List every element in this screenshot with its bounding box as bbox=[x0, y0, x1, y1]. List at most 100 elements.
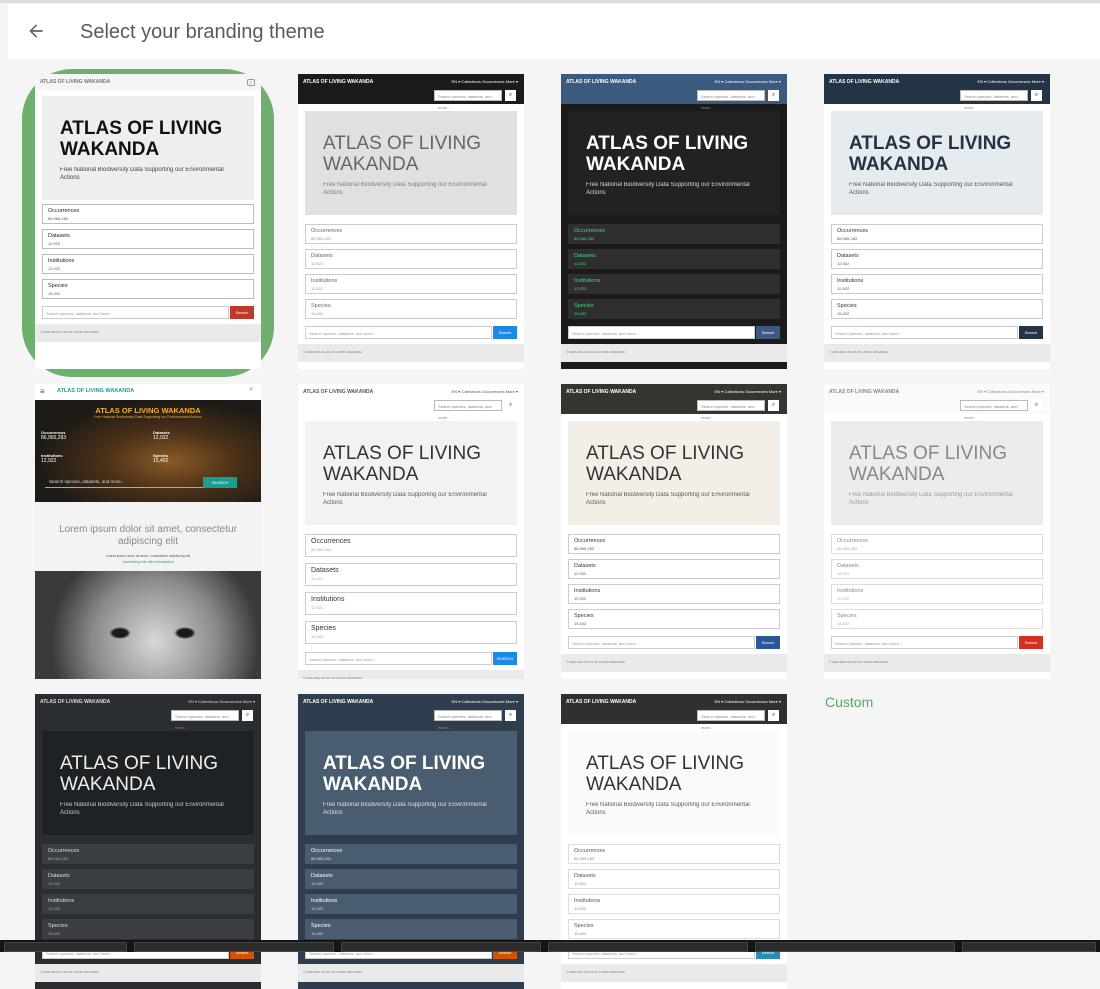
search-icon[interactable]: ⌕ bbox=[242, 710, 253, 721]
top-border bbox=[0, 0, 1100, 3]
hero-subtitle: Free National Biodiversity Data Supporti… bbox=[60, 802, 224, 816]
menu-icon[interactable]: ≡ bbox=[246, 79, 255, 86]
theme-card[interactable]: ATLAS OF LIVING WAKANDA EN ▾ Collections… bbox=[561, 384, 787, 679]
hero-subtitle: Free National Biodiversity Data Supporti… bbox=[323, 182, 487, 196]
theme-navbar: ATLAS OF LIVING WAKANDA EN ▾ Collections… bbox=[298, 384, 524, 420]
hero-title: ATLAS OF LIVING WAKANDA bbox=[60, 753, 219, 795]
theme-nav: EN ▾ Collections Occurrences More ▾ bbox=[977, 79, 1044, 84]
stat-card: Occurrences 86,965,283 bbox=[568, 224, 780, 244]
theme-card[interactable]: ATLAS OF LIVING WAKANDA EN ▾ Collections… bbox=[824, 384, 1050, 679]
hero-subtitle: Free National Biodiversity Data Supporti… bbox=[323, 802, 487, 816]
search-icon: ⌕ bbox=[249, 386, 253, 393]
hero-subtitle: Free National Biodiversity Data Supporti… bbox=[586, 182, 750, 196]
theme-navbar: ATLAS OF LIVING WAKANDA EN ▾ Collections… bbox=[561, 694, 787, 730]
theme-nav: EN ▾ Collections Occurrences More ▾ bbox=[451, 79, 518, 84]
theme-nav: EN ▾ Collections Occurrences More ▾ bbox=[714, 79, 781, 84]
hero-subtitle: Free National Biodiversity Data Supporti… bbox=[586, 492, 750, 506]
search-input[interactable]: Search species, datasets, and more... bbox=[568, 636, 755, 649]
hero-title: ATLAS OF LIVING WAKANDA bbox=[586, 753, 745, 795]
taskbar-item[interactable] bbox=[548, 942, 748, 952]
lorem-subtitle: Lorem ipsum dolor sit amet, consectetur … bbox=[105, 554, 191, 558]
nav-search-input[interactable]: Search species, datasets, and more... bbox=[171, 710, 239, 730]
stat-card: Species 15,402 bbox=[42, 919, 254, 939]
theme-navbar: ATLAS OF LIVING WAKANDA EN ▾ Collections… bbox=[298, 74, 524, 110]
nav-search-input[interactable]: Search species, datasets, and more... bbox=[434, 710, 502, 730]
theme-navbar: ATLAS OF LIVING WAKANDA EN ▾ Collections… bbox=[824, 74, 1050, 110]
lorem-link[interactable]: Just testing this with virtualization bbox=[35, 560, 261, 564]
theme-nav: EN ▾ Collections Occurrences More ▾ bbox=[714, 389, 781, 394]
search-button[interactable]: Search bbox=[493, 326, 517, 339]
theme-navbar: ATLAS OF LIVING WAKANDA EN ▾ Collections… bbox=[35, 694, 261, 730]
search-icon[interactable]: ⌕ bbox=[768, 90, 779, 101]
theme-brand: ATLAS OF LIVING WAKANDA bbox=[303, 699, 374, 705]
search-button[interactable]: SEARCH bbox=[203, 477, 237, 488]
search-icon[interactable]: ⌕ bbox=[1031, 400, 1042, 411]
search-icon[interactable]: ⌕ bbox=[505, 400, 516, 411]
theme-nav: EN ▾ Collections Occurrences More ▾ bbox=[451, 389, 518, 394]
search-icon[interactable]: ⌕ bbox=[505, 90, 516, 101]
stat-card: Institutions 12,922 bbox=[42, 894, 254, 914]
stat-card: Institutions 12,922 bbox=[42, 254, 254, 274]
theme-card[interactable]: ≡ ATLAS OF LIVING WAKANDA ⌕ ATLAS OF LIV… bbox=[35, 384, 261, 679]
search-icon[interactable]: ⌕ bbox=[1031, 90, 1042, 101]
theme-brand: ATLAS OF LIVING WAKANDA bbox=[303, 79, 374, 85]
nav-search-input[interactable]: Search species, datasets, and more... bbox=[434, 400, 502, 420]
search-button[interactable]: Search bbox=[756, 636, 780, 649]
theme-navbar: ATLAS OF LIVING WAKANDA EN ▾ Collections… bbox=[298, 694, 524, 730]
taskbar-item[interactable] bbox=[755, 942, 955, 952]
nav-search-input[interactable]: Search species, datasets, and more... bbox=[697, 90, 765, 110]
search-button[interactable]: Search bbox=[1019, 326, 1043, 339]
theme-footer: © 2020-2021 ATLAS OF LIVING WAKANDA bbox=[35, 964, 261, 982]
theme-card[interactable]: ATLAS OF LIVING WAKANDA EN ▾ Collections… bbox=[298, 384, 524, 679]
search-button[interactable]: SEARCH bbox=[493, 652, 517, 665]
taskbar-item[interactable] bbox=[134, 942, 334, 952]
theme-card[interactable]: ATLAS OF LIVING WAKANDA EN ▾ Collections… bbox=[824, 74, 1050, 369]
stat-card: Species 15,402 bbox=[305, 919, 517, 939]
theme-brand: ATLAS OF LIVING WAKANDA bbox=[57, 388, 135, 394]
search-button[interactable]: Search bbox=[1019, 636, 1043, 649]
stat-card: Occurrences 86,965,283 bbox=[568, 844, 780, 864]
taskbar-item[interactable] bbox=[4, 942, 127, 952]
nav-search-input[interactable]: Search species, datasets, and more... bbox=[960, 90, 1028, 110]
page-title: Select your branding theme bbox=[80, 21, 325, 43]
search-icon[interactable]: ⌕ bbox=[768, 400, 779, 411]
theme-hero: ATLAS OF LIVING WAKANDA Free National Bi… bbox=[305, 111, 517, 215]
lorem-title: Lorem ipsum dolor sit amet, consectetur … bbox=[59, 524, 237, 547]
search-input[interactable]: Search species, datasets, and more... bbox=[305, 652, 492, 665]
theme-navbar: ATLAS OF LIVING WAKANDA EN ▾ Collections… bbox=[824, 384, 1050, 420]
search-icon[interactable]: ⌕ bbox=[768, 710, 779, 721]
search-input[interactable]: Search species, datasets, and more... bbox=[831, 636, 1018, 649]
search-button[interactable]: Search bbox=[230, 306, 254, 319]
stat-card: Datasets 12,922 bbox=[42, 869, 254, 889]
stat-block: Occurrences 86,965,283 bbox=[41, 430, 67, 441]
search-input[interactable]: Search species, datasets, and more... bbox=[831, 326, 1018, 339]
hero-title: ATLAS OF LIVING WAKANDA bbox=[323, 443, 482, 485]
nav-search-input[interactable]: Search species, datasets, and more... bbox=[960, 400, 1028, 420]
theme-brand: ATLAS OF LIVING WAKANDA bbox=[303, 389, 374, 395]
theme-card[interactable]: ATLAS OF LIVING WAKANDA ≡ ATLAS OF LIVIN… bbox=[35, 74, 261, 369]
stat-card: Datasets 12,922 bbox=[305, 249, 517, 269]
search-input[interactable]: Search species, datasets, and more... bbox=[42, 306, 229, 319]
stat-card: Institutions 12,922 bbox=[305, 274, 517, 294]
search-input[interactable]: Search species, datasets, and more... bbox=[45, 477, 204, 488]
nav-search-input[interactable]: Search species, datasets, and more... bbox=[697, 400, 765, 420]
stat-card: Species 15,402 bbox=[568, 919, 780, 939]
arrow-left-icon[interactable] bbox=[26, 21, 46, 41]
taskbar-item[interactable] bbox=[341, 942, 541, 952]
stat-card: Species 15,402 bbox=[568, 609, 780, 629]
custom-theme-link[interactable]: Custom bbox=[825, 694, 873, 710]
nav-search-input[interactable]: Search species, datasets, and more... bbox=[434, 90, 502, 110]
theme-card[interactable]: ATLAS OF LIVING WAKANDA EN ▾ Collections… bbox=[298, 74, 524, 369]
search-icon[interactable]: ⌕ bbox=[505, 710, 516, 721]
search-input[interactable]: Search species, datasets, and more... bbox=[568, 326, 755, 339]
theme-footer: © 2020-2021 ATLAS OF LIVING WAKANDA bbox=[298, 964, 524, 982]
theme-hero: ATLAS OF LIVING WAKANDA Free National Bi… bbox=[42, 731, 254, 835]
theme-navbar: ATLAS OF LIVING WAKANDA EN ▾ Collections… bbox=[561, 74, 787, 110]
theme-card[interactable]: ATLAS OF LIVING WAKANDA EN ▾ Collections… bbox=[561, 74, 787, 369]
stat-block: Species 15,402 bbox=[153, 453, 169, 464]
nav-search-input[interactable]: Search species, datasets, and more... bbox=[697, 710, 765, 730]
theme-brand: ATLAS OF LIVING WAKANDA bbox=[40, 699, 111, 705]
search-button[interactable]: Search bbox=[756, 326, 780, 339]
search-input[interactable]: Search species, datasets, and more... bbox=[305, 326, 492, 339]
taskbar-item[interactable] bbox=[962, 942, 1096, 952]
